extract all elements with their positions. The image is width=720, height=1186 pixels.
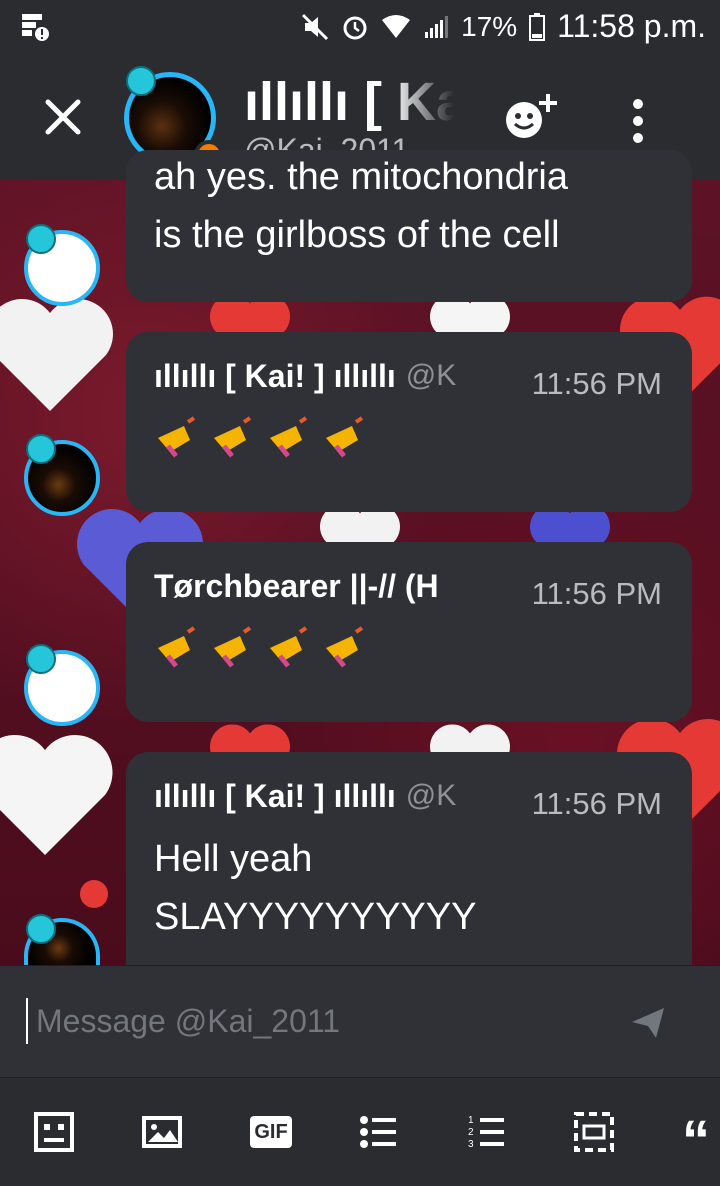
svg-text:1: 1 xyxy=(468,1115,474,1126)
battery-percent: 17% xyxy=(461,10,518,42)
more-vertical-icon[interactable] xyxy=(626,96,650,146)
nail-polish-icon xyxy=(270,626,308,668)
message-timestamp: 11:56 PM xyxy=(531,786,662,821)
status-bar: 17% 11:58 p.m. xyxy=(0,0,720,56)
avatar-badge-icon xyxy=(26,434,56,464)
mute-icon xyxy=(302,13,329,40)
image-icon[interactable] xyxy=(142,1112,182,1152)
emoji-icon[interactable] xyxy=(34,1112,74,1152)
message-author[interactable]: Tørchbearer ||-// (H xyxy=(154,568,439,605)
formatting-toolbar: GIF 1 2 3 “ xyxy=(0,1077,720,1186)
gif-label: GIF xyxy=(254,1121,288,1143)
nail-polish-icon xyxy=(158,416,196,458)
svg-text:2: 2 xyxy=(468,1127,474,1138)
message-input[interactable] xyxy=(26,998,598,1044)
red-dot-decoration xyxy=(80,880,108,908)
message-text: is the girlboss of the cell xyxy=(154,214,560,256)
nail-polish-icon xyxy=(158,626,196,668)
message-composer xyxy=(0,965,720,1078)
message-handle: @K xyxy=(405,779,457,812)
message-bubble[interactable]: ıllıllı [ Kai! ] ıllıllı @K 11:56 PM Hel… xyxy=(126,752,692,965)
nail-polish-icon xyxy=(214,626,252,668)
alarm-icon xyxy=(343,16,367,39)
message-timestamp: 11:56 PM xyxy=(531,576,662,611)
message-bubble[interactable]: Tørchbearer ||-// (H 11:56 PM xyxy=(126,542,692,722)
bullet-list-icon[interactable] xyxy=(358,1112,398,1152)
heart-decoration xyxy=(0,735,113,855)
message-author[interactable]: ıllıllı [ Kai! ] ıllıllı xyxy=(154,358,396,395)
close-icon[interactable] xyxy=(40,94,86,140)
heart-decoration xyxy=(0,299,113,411)
avatar-badge-icon xyxy=(126,66,156,96)
send-icon[interactable] xyxy=(630,1004,666,1040)
avatar-badge-icon xyxy=(26,644,56,674)
message-bubble[interactable]: ıllıllı [ Kai! ] ıllıllı @K 11:56 PM xyxy=(126,332,692,512)
message-text: ah yes. the mitochondria xyxy=(154,156,569,198)
clock: 11:58 p.m. xyxy=(557,8,706,44)
svg-text:3: 3 xyxy=(468,1139,474,1150)
nail-polish-icon xyxy=(326,416,364,458)
add-reaction-icon[interactable] xyxy=(500,92,562,144)
avatar-badge-icon xyxy=(26,914,56,944)
nail-polish-icon xyxy=(214,416,252,458)
avatar-badge-icon xyxy=(26,224,56,254)
message-handle: @K xyxy=(405,359,457,392)
nail-polish-icon xyxy=(270,416,308,458)
quote-label: “ xyxy=(682,1112,710,1152)
message-bubble[interactable]: ah yes. the mitochondria is the girlboss… xyxy=(126,150,692,302)
signal-icon xyxy=(425,15,449,38)
gif-icon[interactable]: GIF xyxy=(250,1116,292,1148)
dm-title: ıllıllı [ Kai! ] ıllıllı xyxy=(244,72,454,132)
message-text: SLAYYYYYYYYYY xyxy=(154,896,477,938)
wifi-icon xyxy=(382,14,411,38)
message-timestamp: 11:56 PM xyxy=(531,366,662,401)
battery-icon xyxy=(529,12,546,41)
message-text: Hell yeah xyxy=(154,838,313,880)
quote-icon[interactable]: “ xyxy=(682,1112,720,1152)
numbered-list-icon[interactable]: 1 2 3 xyxy=(466,1112,506,1152)
nail-polish-icon xyxy=(326,626,364,668)
message-author[interactable]: ıllıllı [ Kai! ] ıllıllı xyxy=(154,778,396,815)
notification-icon xyxy=(20,12,50,47)
screenshot-icon[interactable] xyxy=(574,1112,614,1152)
